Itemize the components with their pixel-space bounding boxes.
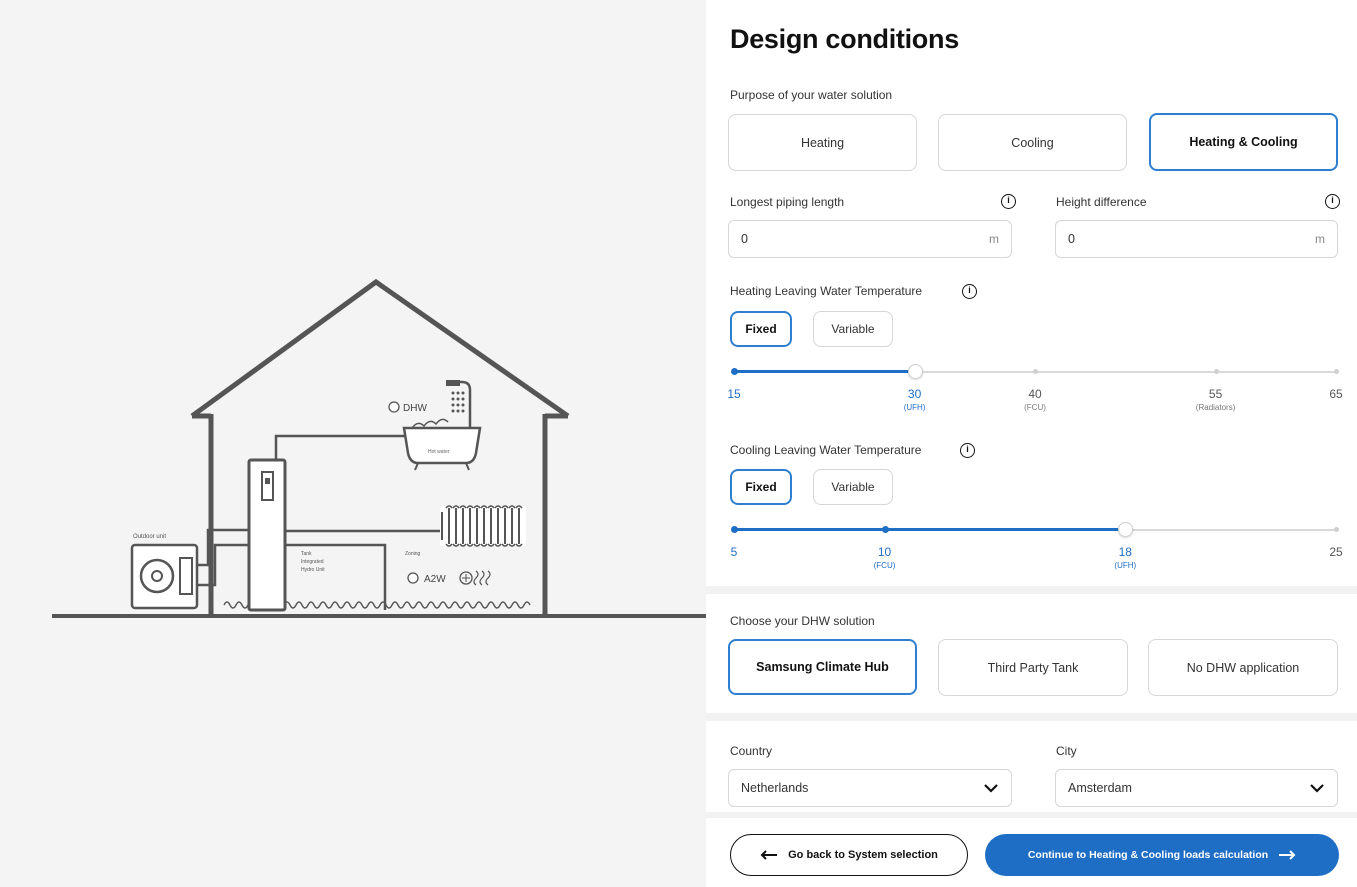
height-difference-input[interactable] <box>1056 221 1337 257</box>
slider-fill <box>734 528 1126 531</box>
page-title: Design conditions <box>730 24 959 54</box>
go-back-label: Go back to System selection <box>788 849 938 861</box>
slider-tick-label: 25 <box>1329 545 1343 559</box>
slider-tick <box>1334 527 1339 532</box>
height-info-icon[interactable]: i <box>1325 194 1340 209</box>
design-conditions-panel: Design conditions Purpose of your water … <box>706 0 1357 887</box>
a2w-label: A2W <box>424 574 446 585</box>
slider-tick-label: 65 <box>1329 387 1343 401</box>
piping-length-field[interactable]: m <box>728 220 1012 258</box>
slider-tick <box>1213 369 1219 374</box>
slider-tick-label: 10 <box>877 545 892 559</box>
piping-length-input[interactable] <box>729 221 1011 257</box>
city-select[interactable]: Amsterdam <box>1055 769 1338 807</box>
slider-tick-sublabel: (FCU) <box>1024 403 1046 412</box>
purpose-cooling-button[interactable]: Cooling <box>938 114 1127 171</box>
heating-lwt-label: Heating Leaving Water Temperature <box>730 284 923 298</box>
dhw-samsung-climate-hub-button[interactable]: Samsung Climate Hub <box>728 639 917 695</box>
piping-unit: m <box>989 232 999 246</box>
slider-thumb[interactable] <box>907 364 923 379</box>
slider-tick-sublabel: (FCU) <box>873 561 896 570</box>
radiator-icon <box>440 505 526 547</box>
slider-tick-label: 30 <box>907 387 922 401</box>
heating-fixed-chip[interactable]: Fixed <box>730 311 792 347</box>
city-label: City <box>1056 744 1077 758</box>
height-difference-label: Height difference <box>1056 195 1147 209</box>
cooling-lwt-label: Cooling Leaving Water Temperature <box>730 443 922 457</box>
cooling-fixed-chip[interactable]: Fixed <box>730 469 792 505</box>
slider-tick <box>1334 369 1339 374</box>
go-back-button[interactable]: Go back to System selection <box>730 834 968 876</box>
city-value: Amsterdam <box>1068 781 1132 795</box>
heating-lwt-info-icon[interactable]: i <box>962 284 977 299</box>
tank-label-1: Tank <box>301 551 312 557</box>
slider-tick-label: 18 <box>1118 545 1132 559</box>
dhw-no-application-button[interactable]: No DHW application <box>1148 639 1338 696</box>
country-label: Country <box>730 744 773 758</box>
country-value: Netherlands <box>741 781 809 795</box>
country-select[interactable]: Netherlands <box>728 769 1012 807</box>
section-divider <box>706 713 1357 721</box>
cooling-lwt-slider[interactable]: 5 10 (FCU) 18 (UFH) 25 <box>731 522 1343 570</box>
arrow-left-icon <box>760 850 778 860</box>
slider-tick-label: 40 <box>1028 387 1042 401</box>
purpose-heating-cooling-button[interactable]: Heating & Cooling <box>1149 113 1338 171</box>
height-unit: m <box>1315 232 1325 246</box>
slider-tick <box>731 526 738 533</box>
piping-info-icon[interactable]: i <box>1001 194 1016 209</box>
piping-length-label: Longest piping length <box>730 195 845 209</box>
heating-lwt-slider[interactable]: 15 30 (UFH) 40 (FCU) 55 (Radiators) 65 <box>727 364 1343 412</box>
tank-label-2: Integrated <box>301 559 324 565</box>
tank-label-3: Hydro Unit <box>301 567 325 573</box>
slider-tick-sublabel: (UFH) <box>1114 561 1137 570</box>
zoning-label: Zoning <box>405 551 421 557</box>
slider-fill <box>734 370 915 373</box>
outdoor-unit-icon <box>130 543 199 610</box>
slider-tick-label: 5 <box>730 545 738 559</box>
dhw-third-party-tank-button[interactable]: Third Party Tank <box>938 639 1128 696</box>
section-divider <box>706 586 1357 594</box>
outdoor-unit-label: Outdoor unit <box>133 534 166 540</box>
slider-tick <box>881 526 889 533</box>
slider-tick-label: 15 <box>727 387 741 401</box>
chevron-down-icon <box>1310 784 1324 793</box>
slider-tick <box>731 368 738 375</box>
slider-tick-sublabel: (Radiators) <box>1195 403 1236 412</box>
dhw-label: DHW <box>403 403 427 414</box>
zoning-controls-icon <box>459 570 491 586</box>
dhw-radio-icon <box>388 401 400 413</box>
hot-water-label: Hot water <box>428 449 450 455</box>
tank-icon <box>247 458 287 612</box>
house-illustration-panel: DHW Hot water Outdoor unit Tank Integrat… <box>0 0 706 887</box>
slider-tick-sublabel: (UFH) <box>903 403 926 412</box>
heating-variable-chip[interactable]: Variable <box>813 311 893 347</box>
slider-tick <box>1033 369 1038 374</box>
purpose-heating-button[interactable]: Heating <box>728 114 917 171</box>
roof-line <box>190 278 570 419</box>
height-difference-field[interactable]: m <box>1055 220 1338 258</box>
house-illustration: DHW Hot water Outdoor unit Tank Integrat… <box>52 278 706 618</box>
cooling-variable-chip[interactable]: Variable <box>813 469 893 505</box>
dhw-solution-label: Choose your DHW solution <box>730 614 875 628</box>
footer-divider <box>706 812 1357 818</box>
bathtub-icon <box>402 380 482 471</box>
slider-thumb[interactable] <box>1118 522 1134 537</box>
cooling-lwt-info-icon[interactable]: i <box>960 443 975 458</box>
continue-button[interactable]: Continue to Heating & Cooling loads calc… <box>985 834 1339 876</box>
purpose-label: Purpose of your water solution <box>730 88 893 102</box>
chevron-down-icon <box>984 784 998 793</box>
slider-tick-label: 55 <box>1208 387 1223 401</box>
a2w-radio-icon <box>407 572 419 584</box>
arrow-right-icon <box>1279 850 1296 860</box>
continue-label: Continue to Heating & Cooling loads calc… <box>1027 849 1269 861</box>
